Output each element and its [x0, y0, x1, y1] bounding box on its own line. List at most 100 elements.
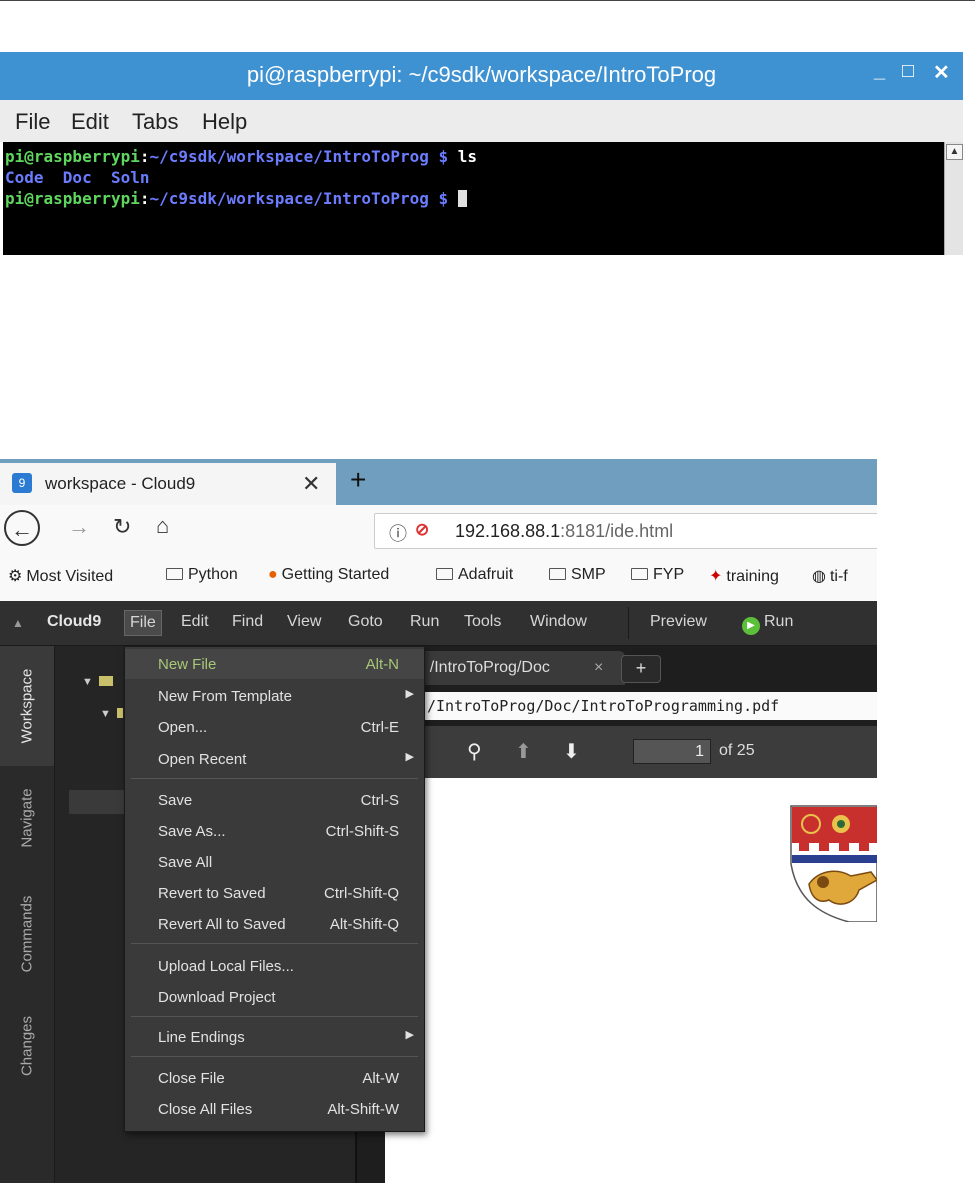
home-icon[interactable]: ⌂ [156, 513, 169, 539]
expand-triangle-icon[interactable]: ▼ [82, 676, 93, 688]
menu-view[interactable]: View [287, 613, 321, 631]
text-cursor [457, 190, 467, 207]
gear-icon: ⚙ [8, 568, 23, 585]
browser-tab[interactable]: 9 workspace - Cloud9 ✕ [0, 463, 336, 505]
tab-close-icon[interactable]: ✕ [302, 471, 320, 497]
selected-tree-row[interactable] [69, 790, 129, 814]
bookmark-training[interactable]: ✦ training [709, 566, 779, 586]
menu-item-upload-local-files[interactable]: Upload Local Files... [125, 951, 424, 981]
browser-tabbar: 9 workspace - Cloud9 ✕ + [0, 459, 877, 505]
scroll-up-icon[interactable]: ▲ [946, 144, 963, 160]
preview-button[interactable]: Preview [650, 613, 707, 631]
reload-icon[interactable]: ↻ [113, 514, 131, 540]
bookmark-getting-started[interactable]: ● Getting Started [268, 566, 389, 584]
run-button[interactable]: ▶ Run [742, 613, 793, 635]
terminal-title: pi@raspberrypi: ~/c9sdk/workspace/IntroT… [246, 62, 717, 87]
back-arrow-icon[interactable]: ← [4, 510, 40, 546]
file-menu-dropdown: New File Alt-N New From Template ▶ Open...… [124, 646, 425, 1132]
terminal-titlebar[interactable]: pi@raspberrypi: ~/c9sdk/workspace/IntroT… [0, 52, 963, 100]
terminal-menu-tabs[interactable]: Tabs [132, 109, 178, 135]
search-icon[interactable]: ⚲ [467, 739, 482, 764]
menu-run[interactable]: Run [410, 613, 439, 631]
file-path-bar[interactable]: /IntroToProg/Doc/IntroToProgramming.pdf [423, 692, 877, 720]
menu-item-save-all[interactable]: Save All [125, 847, 424, 877]
submenu-arrow-icon: ▶ [405, 1029, 414, 1041]
menu-item-close-file[interactable]: Close File Alt-W [125, 1063, 424, 1093]
bookmark-smp[interactable]: SMP [549, 566, 606, 584]
tab-commands[interactable]: Commands [0, 872, 54, 992]
tab-navigate[interactable]: Navigate [0, 766, 54, 872]
editor-tab[interactable]: 3] /IntroToProg/Doc × [407, 651, 625, 685]
side-panel-tabs: Workspace Navigate Commands Changes [0, 646, 55, 1183]
page-number-input[interactable]: 1 [633, 739, 711, 764]
editor-area: 3] /IntroToProg/Doc × + /IntroToProg/Doc… [357, 646, 877, 1183]
folder-icon [166, 568, 183, 580]
page-total: of 25 [719, 742, 755, 759]
menu-item-close-all-files[interactable]: Close All Files Alt-Shift-W [125, 1094, 424, 1124]
bookmark-most-visited[interactable]: ⚙ Most Visited [8, 566, 113, 586]
browser-tab-title: workspace - Cloud9 [45, 474, 196, 493]
terminal-menu-file[interactable]: File [15, 109, 50, 135]
pdf-toolbar: ⚲ ⬆ ⬇ 1 of 25 [385, 726, 877, 778]
terminal-menu-edit[interactable]: Edit [71, 109, 109, 135]
firefox-icon: ● [268, 566, 278, 583]
menu-item-new-from-template[interactable]: New From Template ▶ [125, 681, 424, 711]
url-bar[interactable]: ⓘ ⊘ 192.168.88.1:8181/ide.html [374, 513, 877, 549]
menu-window[interactable]: Window [530, 613, 587, 631]
terminal-line: pi@raspberrypi:~/c9sdk/workspace/IntroTo… [5, 147, 478, 166]
menu-goto[interactable]: Goto [348, 613, 383, 631]
menu-edit[interactable]: Edit [181, 613, 209, 631]
folder-icon [117, 708, 123, 718]
menu-item-revert-to-saved[interactable]: Revert to Saved Ctrl-Shift-Q [125, 878, 424, 908]
bookmark-adafruit[interactable]: Adafruit [436, 566, 513, 584]
terminal-line: Code Doc Soln [5, 168, 150, 187]
editor-tab-label: 3] /IntroToProg/Doc [412, 659, 550, 676]
menu-item-line-endings[interactable]: Line Endings ▶ [125, 1022, 424, 1052]
forward-arrow-icon[interactable]: → [68, 514, 90, 540]
minimize-button[interactable]: _ [874, 60, 885, 83]
info-icon[interactable]: ⓘ [389, 520, 407, 546]
url-text: 192.168.88.1:8181/ide.html [455, 521, 674, 541]
folder-icon [631, 568, 648, 580]
folder-icon [99, 676, 113, 686]
menu-find[interactable]: Find [232, 613, 263, 631]
menu-item-save-as[interactable]: Save As... Ctrl-Shift-S [125, 816, 424, 846]
bookmark-python[interactable]: Python [166, 566, 238, 584]
menu-separator [131, 1016, 418, 1017]
menu-cloud9[interactable]: Cloud9 [47, 613, 101, 631]
next-page-icon[interactable]: ⬇ [563, 739, 580, 764]
menu-item-revert-all-to-saved[interactable]: Revert All to Saved Alt-Shift-Q [125, 909, 424, 939]
submenu-arrow-icon: ▶ [405, 751, 414, 763]
tab-workspace[interactable]: Workspace [0, 646, 54, 766]
new-editor-tab-button[interactable]: + [621, 655, 661, 683]
menu-divider [628, 607, 629, 639]
cloud9-favicon-icon: 9 [12, 473, 32, 493]
terminal-window: pi@raspberrypi: ~/c9sdk/workspace/IntroT… [0, 52, 963, 255]
menu-tools[interactable]: Tools [464, 613, 501, 631]
terminal-output[interactable]: pi@raspberrypi:~/c9sdk/workspace/IntroTo… [3, 142, 944, 255]
tab-changes[interactable]: Changes [0, 992, 54, 1102]
collapse-icon[interactable]: ▲ [12, 616, 24, 630]
expand-triangle-icon[interactable]: ▼ [100, 708, 111, 720]
menu-item-download-project[interactable]: Download Project [125, 982, 424, 1012]
bookmarks-toolbar: ⚙ Most Visited Python ● Getting Started Ad… [0, 553, 877, 601]
menu-separator [131, 778, 418, 779]
terminal-line: pi@raspberrypi:~/c9sdk/workspace/IntroTo… [5, 188, 944, 209]
menu-item-new-file[interactable]: New File Alt-N [125, 649, 424, 679]
menu-file[interactable]: File [124, 610, 162, 636]
editor-tab-close-icon[interactable]: × [594, 659, 603, 677]
submenu-arrow-icon: ▶ [405, 688, 414, 700]
menu-separator [131, 943, 418, 944]
close-button[interactable]: ✕ [933, 60, 950, 85]
menu-item-save[interactable]: Save Ctrl-S [125, 785, 424, 815]
maximize-button[interactable]: □ [902, 60, 914, 83]
terminal-scrollbar[interactable]: ▲ [944, 142, 963, 255]
menu-item-open-recent[interactable]: Open Recent ▶ [125, 744, 424, 774]
bookmark-fyp[interactable]: FYP [631, 566, 684, 584]
terminal-menu-help[interactable]: Help [202, 109, 247, 135]
menu-item-open[interactable]: Open... Ctrl-E [125, 712, 424, 742]
bookmark-ti[interactable]: ◍ ti-f [812, 566, 848, 586]
menu-separator [131, 1056, 418, 1057]
new-tab-button[interactable]: + [350, 464, 366, 496]
previous-page-icon[interactable]: ⬆ [515, 739, 532, 764]
